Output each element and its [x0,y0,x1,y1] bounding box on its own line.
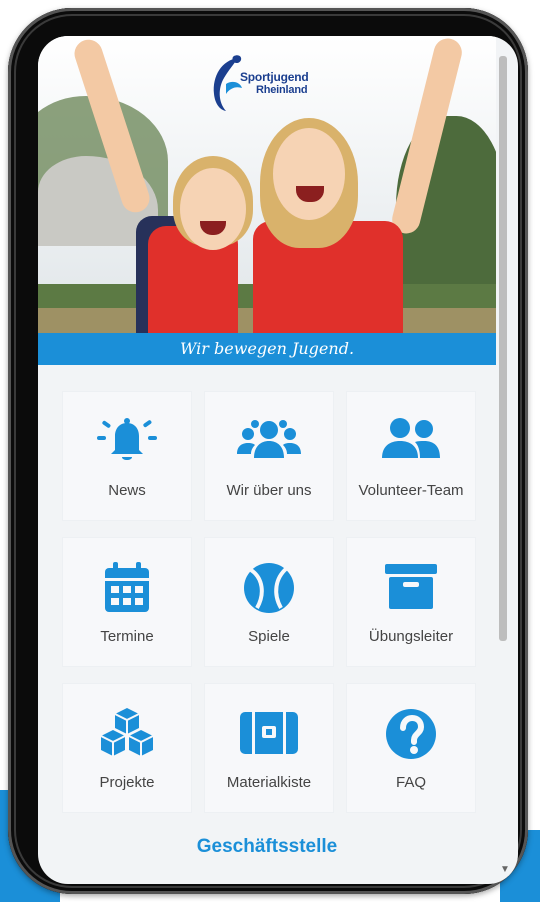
menu-label: Termine [100,628,154,645]
menu-label: Übungsleiter [368,628,454,645]
menu-tile-faq[interactable]: FAQ [347,684,475,812]
menu-tile-volunteer-team[interactable]: Volunteer-Team [347,392,475,520]
ball-icon [244,563,294,613]
user-pair-icon [382,418,440,458]
menu-label: Spiele [248,628,290,645]
menu-tile-materialkiste[interactable]: Materialkiste [205,684,333,812]
menu-tile-news[interactable]: News [63,392,191,520]
bell-icon [97,418,157,460]
menu-label: FAQ [395,774,426,791]
app-screen: Sportjugend Rheinland Wir bewegen Jugend… [38,36,518,884]
scroll-down-arrow-icon[interactable]: ▼ [500,864,510,875]
menu-tile-wir-ueber-uns[interactable]: Wir über uns [205,392,333,520]
menu-label: Materialkiste [226,774,312,791]
phone-frame: Sportjugend Rheinland Wir bewegen Jugend… [8,8,528,894]
slogan-banner: Wir bewegen Jugend. [38,333,496,365]
question-circle-icon [386,709,436,759]
toolbox-icon [240,712,298,754]
calendar-icon [105,562,149,612]
sportjugend-logo: Sportjugend Rheinland [208,52,326,116]
archive-box-icon [385,564,437,609]
menu-label: Wir über uns [226,482,312,499]
menu-tile-spiele[interactable]: Spiele [205,538,333,666]
scrollbar-thumb[interactable] [499,56,507,641]
menu-tile-projekte[interactable]: Projekte [63,684,191,812]
logo-text-line2: Rheinland [256,84,308,96]
cubes-icon [100,708,154,756]
users-group-icon [237,420,301,458]
geschaeftsstelle-link[interactable]: Geschäftsstelle [38,836,496,858]
logo-text-line1: Sportjugend [240,70,309,84]
menu-label: News [108,482,146,499]
hero-image: Sportjugend Rheinland [38,36,496,334]
menu-tile-uebungsleiter[interactable]: Übungsleiter [347,538,475,666]
menu-label: Projekte [99,774,155,791]
menu-label: Volunteer-Team [358,482,464,499]
menu-tile-termine[interactable]: Termine [63,538,191,666]
